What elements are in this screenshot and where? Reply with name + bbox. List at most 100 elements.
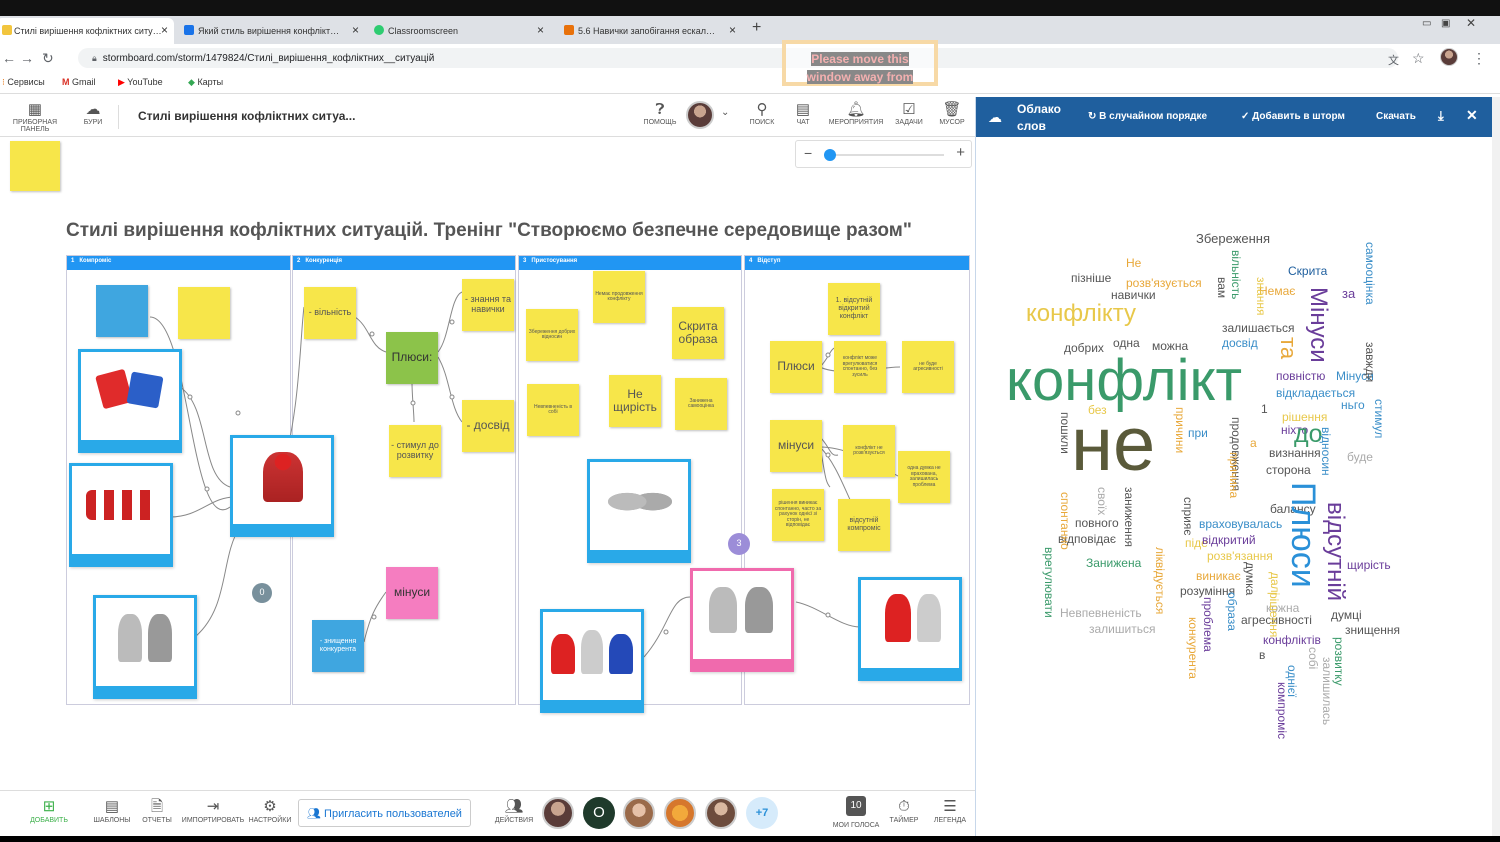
zoom-in-icon[interactable]: + xyxy=(956,144,965,161)
add-button[interactable]: ⊞ ДОБАВИТЬ xyxy=(26,797,72,824)
user-avatar[interactable] xyxy=(686,101,714,129)
cloud-word[interactable]: рішення xyxy=(1267,592,1281,637)
settings-button[interactable]: ⚙︎ НАСТРОЙКИ xyxy=(246,797,294,824)
cloud-word[interactable]: причина xyxy=(1227,452,1241,498)
zoom-slider-handle[interactable] xyxy=(824,149,836,161)
votes-count[interactable]: 10 xyxy=(846,796,866,816)
participant-avatar[interactable] xyxy=(705,797,737,829)
bookmark-star-icon[interactable]: ☆ xyxy=(1412,50,1425,67)
image-card[interactable] xyxy=(690,568,794,672)
new-tab-icon[interactable]: + xyxy=(752,19,761,37)
storms-button[interactable]: ☁ БУРИ xyxy=(78,101,108,126)
sticky-note[interactable]: - знання та навички xyxy=(462,279,514,331)
translate-icon[interactable]: 文 xyxy=(1388,52,1399,68)
reload-icon[interactable]: ↻ xyxy=(42,50,54,67)
cloud-word[interactable]: 1 xyxy=(1261,403,1268,415)
cloud-word[interactable]: залишиться xyxy=(1089,623,1155,635)
cloud-word[interactable]: вам xyxy=(1215,277,1229,298)
image-card[interactable] xyxy=(540,609,644,713)
templates-button[interactable]: ▤ ШАБЛОНЫ xyxy=(90,797,134,824)
cloud-word[interactable]: собі xyxy=(1306,647,1320,669)
cloud-word[interactable]: при xyxy=(1188,427,1208,439)
import-button[interactable]: ⇥ ИМПОРТИРОВАТЬ xyxy=(180,797,246,824)
cloud-word[interactable]: залишилась xyxy=(1320,657,1334,725)
image-card[interactable] xyxy=(93,595,197,699)
cloud-word[interactable]: Скрита xyxy=(1288,265,1327,277)
bookmark-services[interactable]: ⁝ Сервисы xyxy=(2,77,45,88)
cloud-word[interactable]: пізніше xyxy=(1071,272,1111,284)
sticky-note[interactable]: - досвід xyxy=(462,400,514,452)
image-card[interactable] xyxy=(78,349,182,453)
sticky-note[interactable] xyxy=(178,287,230,339)
cloud-word[interactable]: враховувалась xyxy=(1199,518,1282,530)
bookmark-maps[interactable]: ◆ Карты xyxy=(188,77,223,88)
profile-avatar[interactable] xyxy=(1440,48,1458,66)
browser-tab-3[interactable]: Classroomscreen × xyxy=(370,18,550,44)
image-card[interactable] xyxy=(858,577,962,681)
sticky-note[interactable]: Плюси: xyxy=(386,332,438,384)
sticky-note[interactable]: - вільність xyxy=(304,287,356,339)
chat-button[interactable]: ▤ ЧАТ xyxy=(788,101,818,126)
storm-title[interactable]: Стилі вирішення кофліктних ситуа... xyxy=(138,109,355,123)
restore-icon[interactable]: ▣ xyxy=(1441,18,1450,29)
browser-tab-1[interactable]: Стилі вирішення кофліктних ситу… × xyxy=(0,18,174,44)
cloud-word[interactable]: вільність xyxy=(1229,250,1243,299)
sticky-note[interactable] xyxy=(96,285,148,337)
close-tab-icon[interactable]: × xyxy=(161,23,168,37)
cloud-word[interactable]: залишається xyxy=(1222,322,1295,334)
chevron-down-icon[interactable]: ⌄ xyxy=(721,107,729,118)
cloud-word[interactable]: думці xyxy=(1331,609,1362,621)
cloud-word[interactable]: повного xyxy=(1075,517,1119,529)
cloud-word[interactable]: за xyxy=(1342,287,1355,300)
cloud-word[interactable]: без xyxy=(1088,404,1107,416)
cloud-word[interactable]: завжди xyxy=(1363,342,1377,382)
cloud-word[interactable]: пошкли xyxy=(1058,412,1072,454)
sticky-note[interactable]: Плюси xyxy=(770,341,822,393)
cloud-word[interactable]: конфлікту xyxy=(1026,302,1136,326)
download-icon[interactable]: ⤓ xyxy=(1438,108,1444,124)
zoom-out-icon[interactable]: − xyxy=(804,145,812,161)
cloud-word[interactable]: однієї xyxy=(1285,665,1299,697)
close-icon[interactable]: ✕ xyxy=(1466,107,1478,124)
cloud-word[interactable]: не xyxy=(1071,407,1155,483)
cloud-word[interactable]: конкурента xyxy=(1186,617,1200,679)
storm-canvas[interactable]: Стилі вирішення кофліктних ситуацій. Тре… xyxy=(0,137,975,790)
sticky-note[interactable]: мінуси xyxy=(770,420,822,472)
cloud-word[interactable]: знищення xyxy=(1345,624,1400,636)
close-tab-icon[interactable]: × xyxy=(352,23,359,37)
cloud-word[interactable]: відсутній xyxy=(1322,502,1349,601)
cloud-word[interactable]: сприяє xyxy=(1181,497,1195,536)
cloud-word[interactable]: стимул xyxy=(1372,399,1386,438)
cloud-word[interactable]: проблема xyxy=(1201,597,1215,652)
cloud-word[interactable]: в xyxy=(1259,649,1265,661)
trash-button[interactable]: 🗑︎ МУСОР xyxy=(934,101,970,126)
marker-badge[interactable]: 0 xyxy=(252,583,272,603)
cloud-word[interactable]: щирість xyxy=(1347,559,1391,571)
sticky-note[interactable]: - стимул до розвитку xyxy=(389,425,441,477)
back-icon[interactable]: ← xyxy=(2,50,16,66)
cloud-word[interactable]: далі xyxy=(1268,572,1282,595)
tasks-button[interactable]: ☑ ЗАДАЧИ xyxy=(892,101,926,126)
search-button[interactable]: ⚲ ПОИСК xyxy=(744,101,780,126)
sticky-note[interactable]: конфлікт не розв'язується xyxy=(843,425,895,477)
cloud-word[interactable]: врегулювати xyxy=(1042,547,1056,618)
cloud-word[interactable]: спонтанно xyxy=(1058,492,1072,550)
cloud-word[interactable]: заниження xyxy=(1122,487,1136,547)
minimize-icon[interactable]: ▭ xyxy=(1422,18,1431,29)
sticky-note[interactable]: одна думка не врахована, залишилась проб… xyxy=(898,451,950,503)
cloud-word[interactable]: а xyxy=(1250,437,1257,449)
participant-avatar[interactable] xyxy=(664,797,696,829)
browser-tab-2[interactable]: Який стиль вирішення конфлікт… × xyxy=(180,18,365,44)
bookmark-youtube[interactable]: ▶ YouTube xyxy=(118,77,163,88)
cloud-word[interactable]: знання xyxy=(1254,277,1268,316)
cloud-word[interactable]: образа xyxy=(1225,592,1239,631)
cloud-word[interactable]: Не xyxy=(1126,257,1141,269)
sticky-note[interactable]: не буде агресивності xyxy=(902,341,954,393)
marker-badge[interactable]: 3 xyxy=(728,533,750,555)
cloud-word[interactable]: ліквідується xyxy=(1153,547,1167,614)
shuffle-button[interactable]: ↻ В случайном порядке xyxy=(1088,111,1207,122)
help-button[interactable]: ❓︎ ПОМОЩЬ xyxy=(640,101,680,126)
cloud-word[interactable]: Невпевненість xyxy=(1060,607,1142,619)
add-to-storm-button[interactable]: ✓ Добавить в шторм xyxy=(1241,111,1345,122)
sticky-note[interactable]: - знищення конкурента xyxy=(312,620,364,672)
